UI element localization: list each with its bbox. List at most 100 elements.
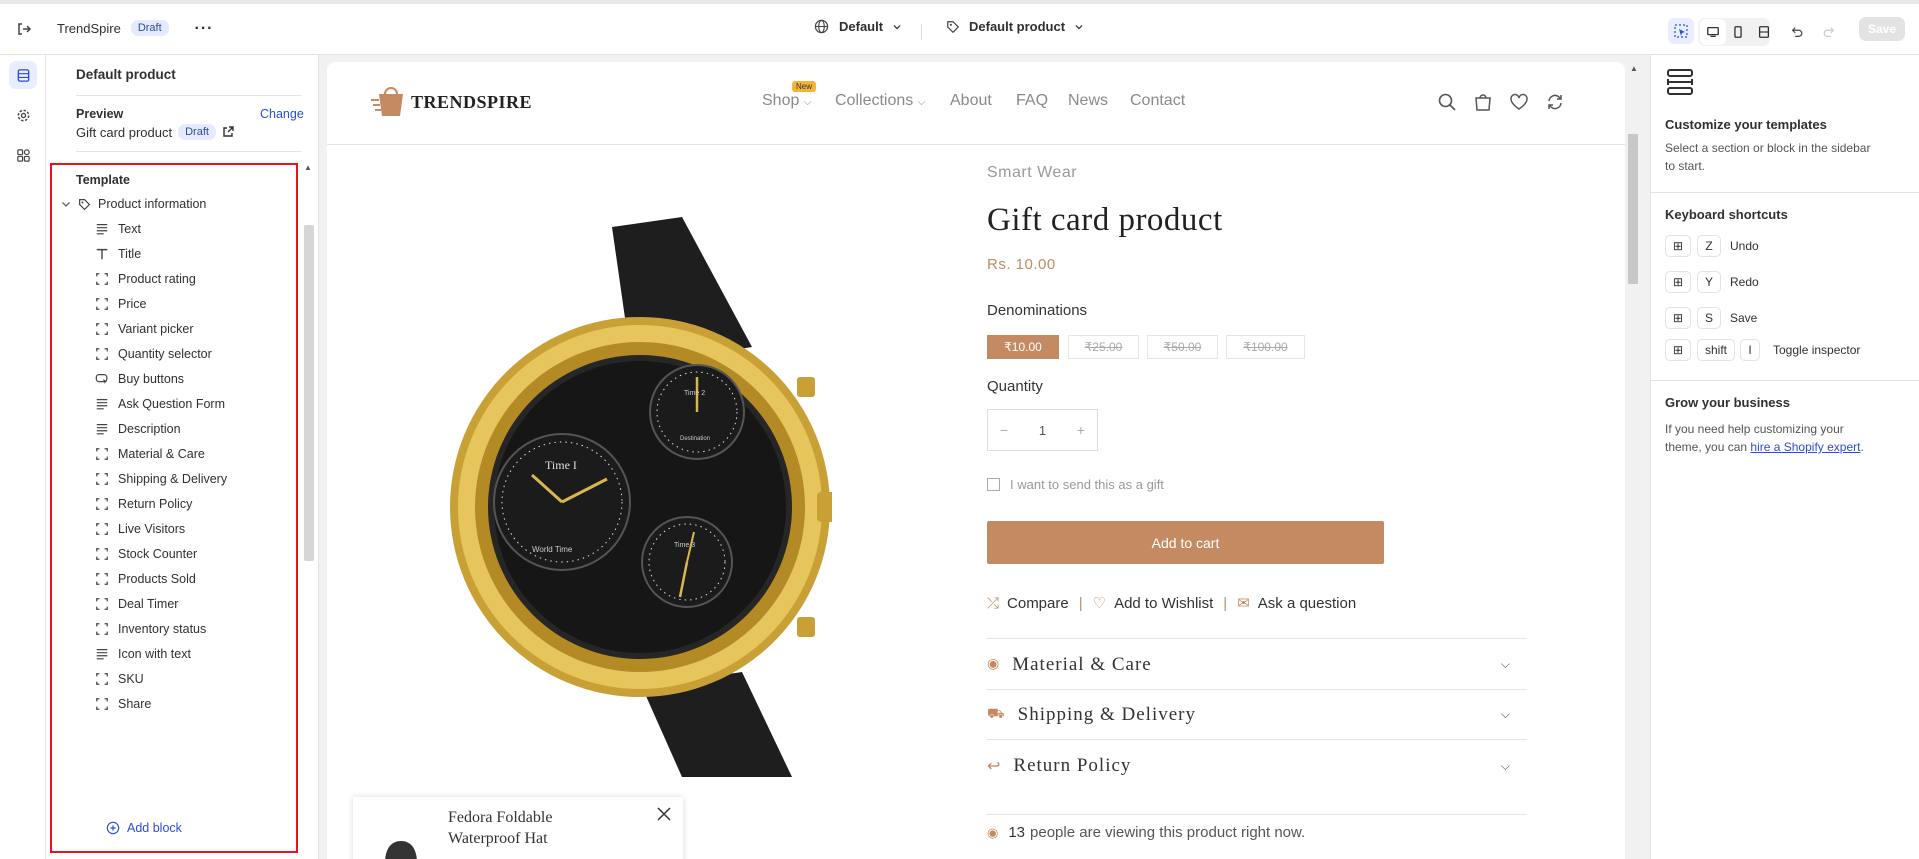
nav-collections[interactable]: Collections ⌵	[835, 92, 925, 110]
theme-select[interactable]: Default	[814, 19, 903, 34]
scroll-up-arrow[interactable]: ▲	[1630, 64, 1638, 73]
block-item[interactable]: Icon with text	[94, 643, 334, 665]
search-icon[interactable]	[1437, 92, 1457, 112]
block-item[interactable]: Return Policy	[94, 493, 334, 515]
sales-popup: Fedora Foldable Waterproof Hat	[353, 797, 683, 859]
section-product-information[interactable]: Product information	[60, 193, 300, 215]
compare-link[interactable]: Compare	[1007, 595, 1069, 612]
block-item[interactable]: Share	[94, 693, 334, 715]
block-item[interactable]: Ask Question Form	[94, 393, 334, 415]
block-item[interactable]: Title	[94, 243, 334, 265]
save-button[interactable]: Save	[1859, 17, 1905, 41]
quantity-value[interactable]: 1	[1039, 423, 1046, 438]
cart-icon[interactable]	[1474, 92, 1492, 112]
gift-checkbox[interactable]	[987, 478, 1000, 491]
block-item[interactable]: Variant picker	[94, 318, 334, 340]
fullscreen-view-button[interactable]	[1751, 19, 1777, 45]
sections-icon	[17, 68, 29, 82]
block-item[interactable]: Text	[94, 218, 334, 240]
nav-contact[interactable]: Contact	[1130, 92, 1185, 110]
product-image[interactable]: Time I World Time Time 2 Destination Tim…	[412, 217, 832, 777]
mobile-view-button[interactable]	[1725, 19, 1751, 45]
live-visitors: ◉ 13 people are viewing this product rig…	[987, 824, 1305, 841]
block-item[interactable]: Description	[94, 418, 334, 440]
block-item[interactable]: Price	[94, 293, 334, 315]
accordion-return-policy[interactable]: ↩ Return Policy ⌵	[987, 741, 1527, 791]
block-label: SKU	[118, 672, 144, 686]
ask-question-link[interactable]: Ask a question	[1258, 595, 1356, 612]
watch-dial-label: Time 3	[674, 542, 695, 549]
viewers-count: 13	[1008, 824, 1026, 841]
product-title: Gift card product	[987, 202, 1223, 238]
add-block-button[interactable]: Add block	[106, 817, 346, 839]
denomination-option[interactable]: ₹50.00	[1147, 335, 1218, 359]
heart-icon[interactable]	[1509, 93, 1529, 111]
scroll-up-arrow[interactable]: ▲	[304, 163, 312, 172]
block-frame-icon	[94, 671, 110, 687]
quantity-stepper: − 1 +	[987, 409, 1098, 451]
denomination-option[interactable]: ₹25.00	[1068, 335, 1139, 359]
block-frame-icon	[94, 471, 110, 487]
chevron-down-icon	[62, 202, 70, 207]
preview-scrollbar[interactable]	[1628, 134, 1638, 284]
minus-icon[interactable]: −	[1000, 422, 1008, 438]
sections-nav-button[interactable]	[9, 61, 37, 89]
denomination-option[interactable]: ₹100.00	[1226, 335, 1305, 359]
nav-news[interactable]: News	[1068, 92, 1108, 110]
wishlist-link[interactable]: Add to Wishlist	[1114, 595, 1213, 612]
quantity-label: Quantity	[987, 378, 1043, 395]
undo-button[interactable]	[1784, 19, 1810, 45]
desktop-view-button[interactable]	[1700, 19, 1726, 45]
theme-settings-button[interactable]	[9, 101, 37, 129]
nav-about[interactable]: About	[950, 92, 992, 110]
block-item[interactable]: Product rating	[94, 268, 334, 290]
popup-product-name[interactable]: Fedora Foldable Waterproof Hat	[448, 807, 608, 849]
nav-shop[interactable]: Shop ⌵	[762, 92, 811, 110]
exit-button[interactable]	[11, 16, 37, 42]
brand-name[interactable]: TRENDSPIRE	[411, 92, 532, 113]
block-frame-icon	[94, 271, 110, 287]
plus-icon[interactable]: +	[1077, 422, 1085, 438]
template-select[interactable]: Default product	[946, 19, 1085, 34]
compare-refresh-icon[interactable]	[1546, 93, 1564, 111]
gift-checkbox-row[interactable]: I want to send this as a gift	[987, 477, 1164, 492]
block-item[interactable]: Live Visitors	[94, 518, 334, 540]
block-label: Share	[118, 697, 152, 711]
more-actions-button[interactable]: ···	[191, 16, 217, 42]
block-frame-icon	[94, 321, 110, 337]
block-item[interactable]: Products Sold	[94, 568, 334, 590]
block-item[interactable]: Stock Counter	[94, 543, 334, 565]
add-to-cart-button[interactable]: Add to cart	[987, 521, 1384, 564]
apps-button[interactable]	[9, 141, 37, 169]
close-icon[interactable]	[657, 807, 671, 821]
chevron-down-icon: ⌵	[1500, 758, 1511, 773]
accordion-shipping-delivery[interactable]: ⛟ Shipping & Delivery ⌵	[987, 690, 1527, 740]
block-label: Stock Counter	[118, 547, 198, 561]
cursor-select-icon	[1674, 24, 1688, 38]
redo-icon	[1823, 27, 1835, 37]
divider	[1651, 380, 1919, 381]
external-link-icon[interactable]	[222, 126, 234, 138]
block-item[interactable]: Shipping & Delivery	[94, 468, 334, 490]
block-item[interactable]: Deal Timer	[94, 593, 334, 615]
inspector-toggle-button[interactable]	[1668, 18, 1694, 44]
sidebar-scrollbar[interactable]	[304, 225, 314, 561]
block-item[interactable]: Inventory status	[94, 618, 334, 640]
block-label: Title	[118, 247, 142, 261]
change-preview-link[interactable]: Change	[260, 107, 304, 121]
cmd-key-icon: ⊞	[1665, 339, 1691, 361]
block-item[interactable]: SKU	[94, 668, 334, 690]
redo-button[interactable]	[1816, 19, 1842, 45]
block-item[interactable]: Buy buttons	[94, 368, 334, 390]
denomination-option[interactable]: ₹10.00	[987, 335, 1059, 359]
editor-topbar: TrendSpire Draft ··· Default Default pro…	[0, 0, 1919, 55]
chevron-down-icon	[1075, 24, 1083, 29]
block-item[interactable]: Material & Care	[94, 443, 334, 465]
block-frame-icon	[94, 571, 110, 587]
hire-expert-link[interactable]: hire a Shopify expert	[1750, 440, 1860, 454]
block-item[interactable]: Quantity selector	[94, 343, 334, 365]
text-lines-icon	[94, 396, 110, 412]
accordion-material-care[interactable]: ◉ Material & Care ⌵	[987, 640, 1527, 690]
nav-faq[interactable]: FAQ	[1016, 92, 1048, 110]
block-label: Shipping & Delivery	[118, 472, 228, 486]
